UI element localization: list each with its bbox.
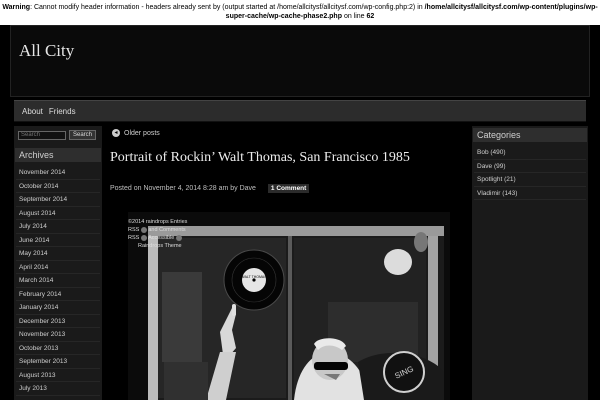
archive-link[interactable]: January 2014 [16, 301, 100, 315]
category-list: Bob (490) Dave (99) Spotlight (21) Vladimir… [474, 146, 586, 200]
warning-line-number: 62 [366, 13, 375, 20]
credit-line-3: RSS Accessible [128, 234, 200, 242]
archive-link[interactable]: February 2014 [16, 288, 100, 301]
archive-link[interactable]: July 2013 [16, 382, 100, 396]
photo-credit-overlay: ©2014 raindrops Entries RSS and Comments… [128, 218, 200, 250]
record-label-text: WALT THOMAS [241, 275, 267, 279]
archive-link[interactable]: October 2013 [16, 342, 100, 355]
accessible-icon [175, 234, 182, 241]
older-posts-label[interactable]: Older posts [124, 130, 160, 137]
circle-arrow-left-icon: ◂ [112, 129, 120, 137]
credit-line-1: ©2014 raindrops Entries [128, 219, 188, 225]
credit-line-4: Raindrops Theme [138, 243, 182, 249]
categories-heading: Categories [473, 128, 587, 142]
warning-label: Warning [2, 4, 31, 11]
archive-link[interactable]: June 2014 [16, 234, 100, 247]
comments-link[interactable]: 1 Comment [267, 184, 310, 193]
search-form: Search [18, 130, 97, 140]
archive-link[interactable]: October 2014 [16, 180, 100, 193]
post-meta-text: Posted on November 4, 2014 8:28 am by Da… [110, 185, 256, 192]
php-warning-banner: Warning: Cannot modify header informatio… [0, 0, 600, 25]
search-button[interactable]: Search [69, 130, 97, 140]
older-posts-link[interactable]: ◂ Older posts [112, 129, 160, 137]
archives-heading: Archives [15, 148, 101, 162]
archive-link[interactable]: July 2014 [16, 220, 100, 234]
archive-link[interactable]: April 2014 [16, 261, 100, 274]
archive-link[interactable]: September 2014 [16, 193, 100, 207]
site-header: All City [10, 25, 590, 97]
warning-on-line: on line [342, 13, 367, 20]
archive-link[interactable]: May 2014 [16, 247, 100, 261]
post-title[interactable]: Portrait of Rockin’ Walt Thomas, San Fra… [110, 150, 460, 166]
archive-link[interactable]: November 2013 [16, 328, 100, 342]
rss-icon [140, 226, 147, 233]
category-link[interactable]: Spotlight (21) [474, 173, 586, 187]
rss-icon [140, 234, 147, 241]
category-link[interactable]: Dave (99) [474, 160, 586, 173]
left-sidebar: Search Archives November 2014October 201… [14, 126, 102, 400]
category-link[interactable]: Bob (490) [474, 146, 586, 160]
nav-item-about[interactable]: About [22, 107, 43, 116]
warning-message: : Cannot modify header information - hea… [30, 4, 425, 11]
nav-item-friends[interactable]: Friends [49, 107, 76, 116]
category-link[interactable]: Vladimir (143) [474, 187, 586, 200]
search-input[interactable] [18, 130, 66, 140]
archive-link[interactable]: August 2013 [16, 369, 100, 382]
credit-line-2: RSS and Comments [128, 226, 186, 233]
archive-link[interactable]: August 2014 [16, 207, 100, 220]
main-content: ◂ Older posts Portrait of Rockin’ Walt T… [106, 126, 468, 400]
post-photo: WALT THOMAS SING ©2014 raindrops Entries… [128, 212, 450, 400]
right-sidebar: Categories Bob (490) Dave (99) Spotlight (… [472, 126, 588, 400]
main-nav: About Friends [14, 100, 586, 122]
archive-list: November 2014 October 2014 September 2014 A… [16, 166, 100, 396]
archive-link[interactable]: November 2014 [16, 166, 100, 180]
site-title[interactable]: All City [19, 40, 79, 62]
post-meta: Posted on November 4, 2014 8:28 am by Da… [110, 184, 310, 193]
archive-link[interactable]: March 2014 [16, 274, 100, 288]
archive-link[interactable]: December 2013 [16, 315, 100, 328]
archive-link[interactable]: September 2013 [16, 355, 100, 369]
